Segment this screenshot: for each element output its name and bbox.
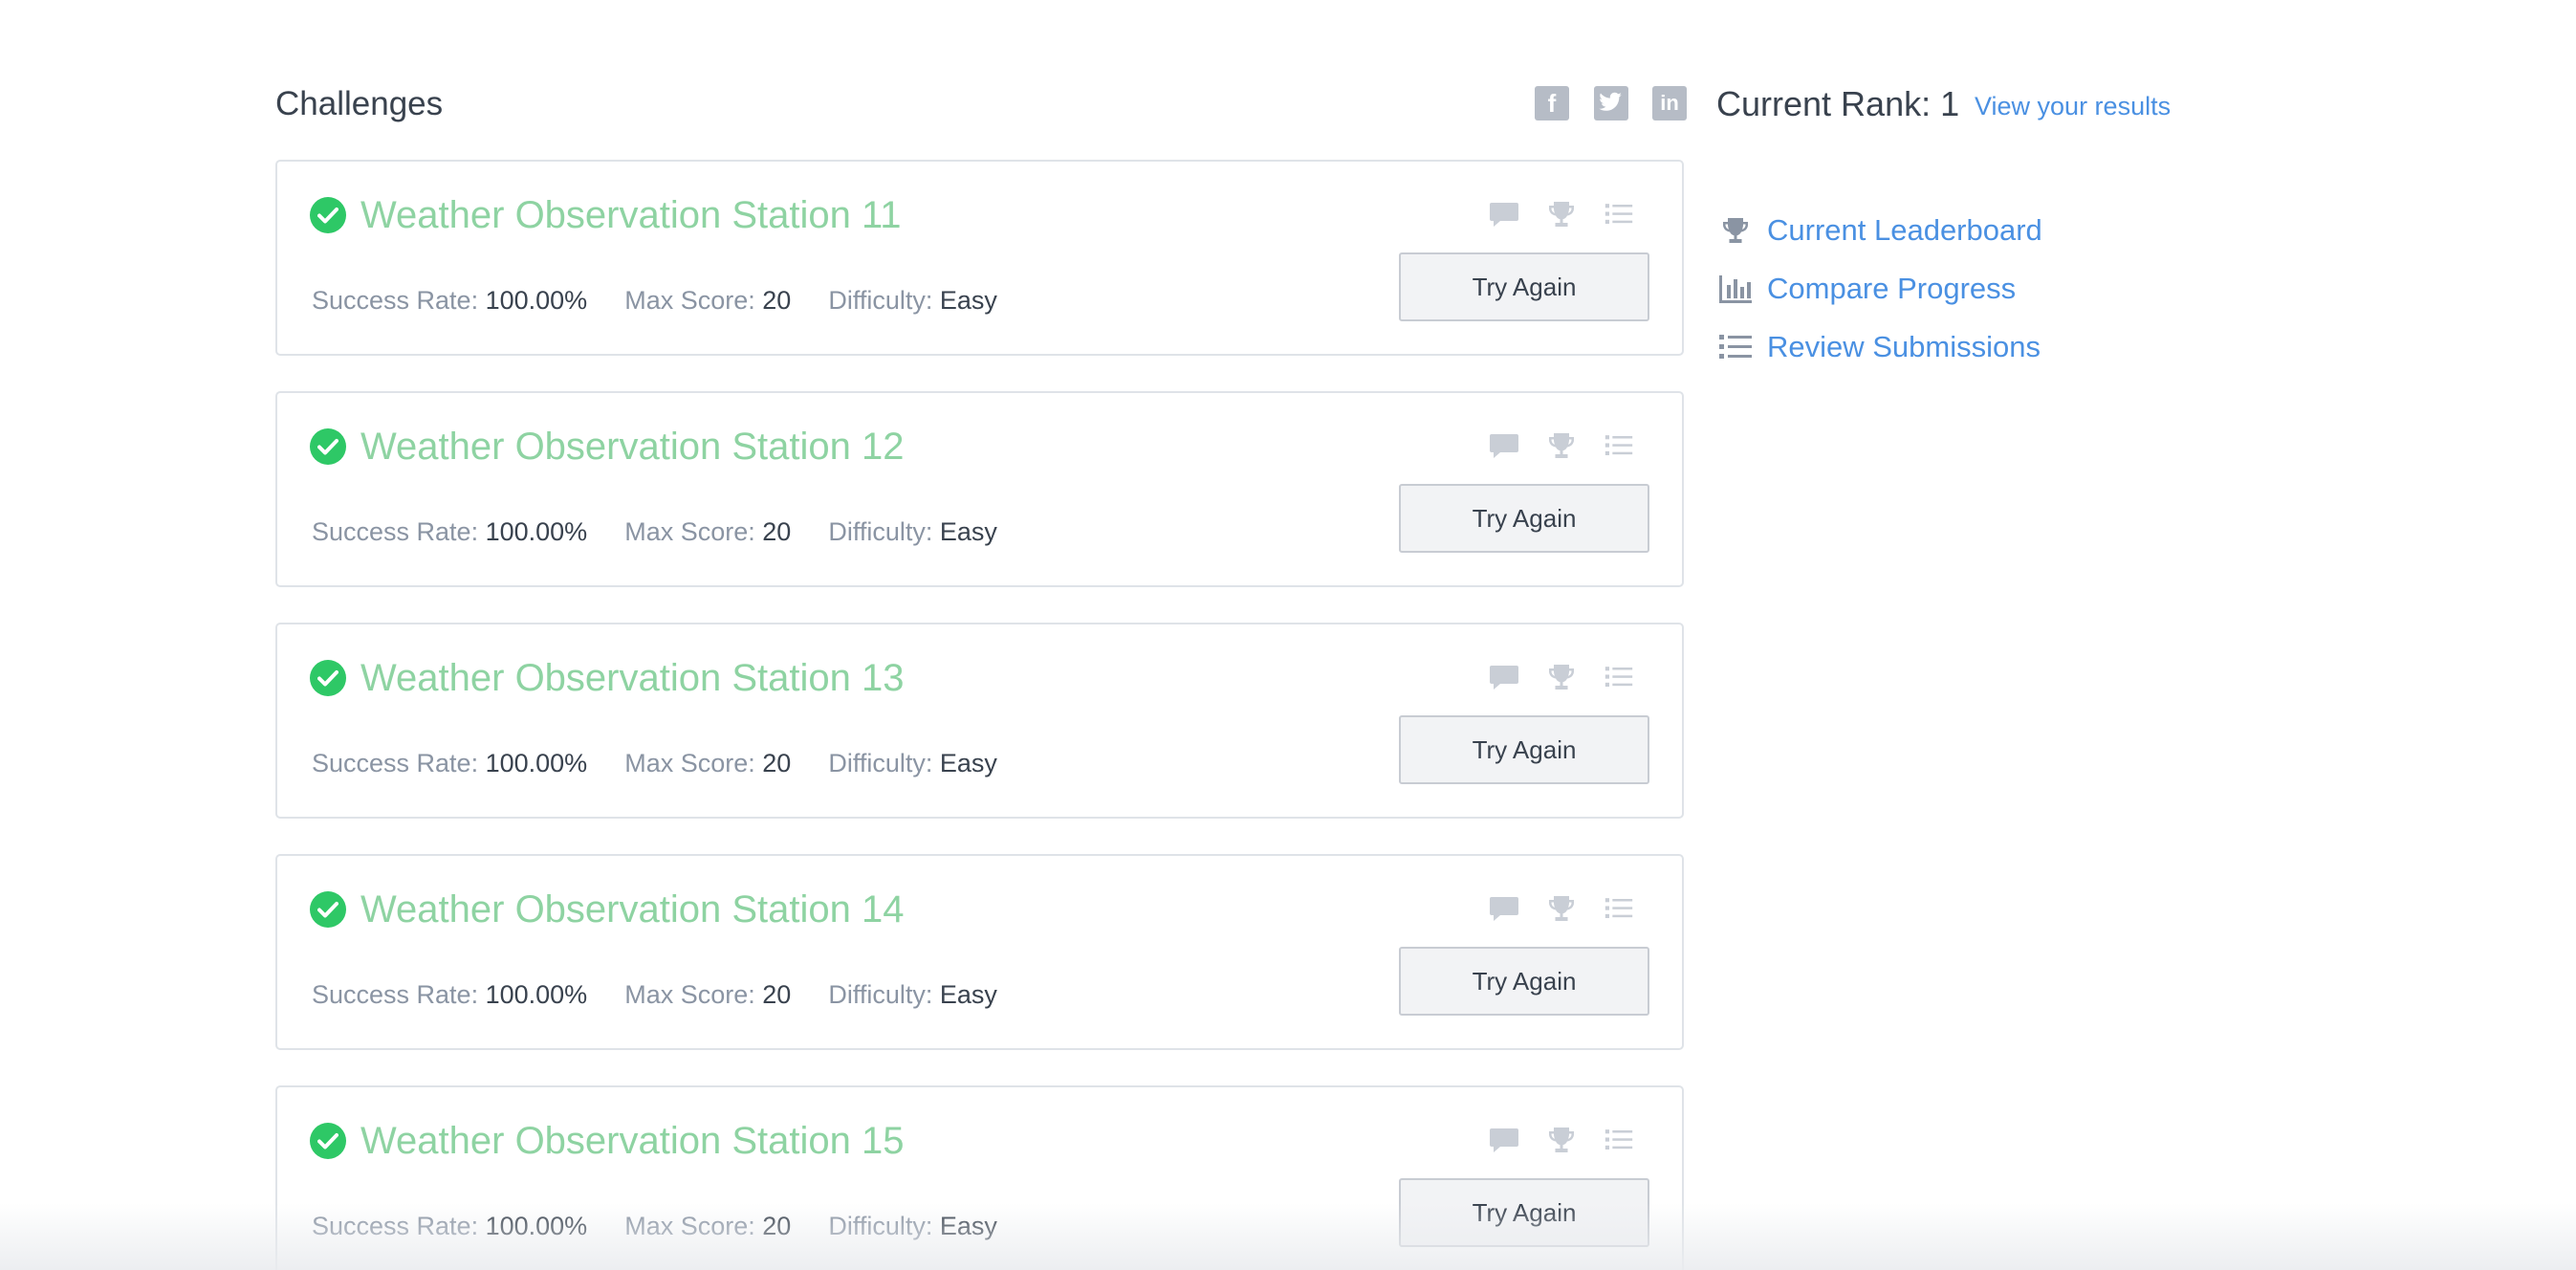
submissions-icon[interactable]: [1602, 892, 1636, 925]
difficulty-label: Difficulty:: [828, 286, 933, 315]
max-score-value: 20: [762, 980, 792, 1009]
leaderboard-icon[interactable]: [1544, 1124, 1579, 1156]
challenge-title-link[interactable]: Weather Observation Station 12: [360, 422, 904, 471]
submissions-icon[interactable]: [1602, 198, 1636, 230]
max-score-label: Max Score:: [624, 980, 755, 1009]
challenge-actions: [1487, 892, 1636, 925]
max-score-label: Max Score:: [624, 517, 755, 546]
difficulty-label: Difficulty:: [828, 749, 933, 777]
challenge-card: Weather Observation Station 13 Success R…: [275, 623, 1684, 819]
page-title: Challenges: [275, 85, 444, 122]
sidebar-item-label: Compare Progress: [1767, 271, 2017, 305]
challenge-card: Weather Observation Station 14 Success R…: [275, 854, 1684, 1050]
success-rate-label: Success Rate:: [312, 286, 479, 315]
difficulty-value: Easy: [939, 980, 997, 1009]
challenges-page: Challenges f in Current Rank: 1 View you…: [0, 0, 2576, 1270]
discussion-icon[interactable]: [1487, 661, 1521, 693]
max-score-label: Max Score:: [624, 286, 755, 315]
success-rate-value: 100.00%: [485, 980, 588, 1009]
rank-value: 1: [1940, 84, 1960, 123]
sidebar-item-leaderboard[interactable]: Current Leaderboard: [1717, 201, 2291, 259]
challenge-list: Weather Observation Station 11 Success R…: [275, 160, 1684, 1270]
trophy-icon: [1717, 214, 1754, 247]
try-again-button[interactable]: Try Again: [1399, 947, 1649, 1016]
difficulty-label: Difficulty:: [828, 517, 933, 546]
twitter-icon: [1594, 91, 1628, 114]
challenge-meta: Success Rate: 100.00% Max Score: 20 Diff…: [312, 515, 997, 549]
success-rate-label: Success Rate:: [312, 980, 479, 1009]
difficulty-value: Easy: [939, 749, 997, 777]
success-rate-label: Success Rate:: [312, 749, 479, 777]
submissions-icon[interactable]: [1602, 661, 1636, 693]
challenge-meta: Success Rate: 100.00% Max Score: 20 Diff…: [312, 746, 997, 780]
leaderboard-icon[interactable]: [1544, 892, 1579, 925]
facebook-share-button[interactable]: f: [1535, 86, 1569, 120]
difficulty-value: Easy: [939, 286, 997, 315]
success-rate-value: 100.00%: [485, 749, 588, 777]
submissions-icon[interactable]: [1602, 429, 1636, 462]
max-score-value: 20: [762, 749, 792, 777]
difficulty-value: Easy: [939, 517, 997, 546]
solved-check-icon: [310, 660, 346, 696]
discussion-icon[interactable]: [1487, 892, 1521, 925]
max-score-label: Max Score:: [624, 1212, 755, 1240]
success-rate-value: 100.00%: [485, 517, 588, 546]
leaderboard-icon[interactable]: [1544, 661, 1579, 693]
challenge-title-link[interactable]: Weather Observation Station 15: [360, 1116, 904, 1166]
solved-check-icon: [310, 428, 346, 465]
rank-label: Current Rank:: [1716, 84, 1932, 123]
difficulty-label: Difficulty:: [828, 980, 933, 1009]
challenge-card: Weather Observation Station 15 Success R…: [275, 1085, 1684, 1270]
challenge-meta: Success Rate: 100.00% Max Score: 20 Diff…: [312, 283, 997, 318]
discussion-icon[interactable]: [1487, 429, 1521, 462]
challenge-card: Weather Observation Station 11 Success R…: [275, 160, 1684, 356]
challenge-title-link[interactable]: Weather Observation Station 11: [360, 190, 902, 240]
list-icon: [1717, 331, 1754, 363]
success-rate-label: Success Rate:: [312, 517, 479, 546]
sidebar-item-label: Review Submissions: [1767, 329, 2041, 363]
submissions-icon[interactable]: [1602, 1124, 1636, 1156]
try-again-button[interactable]: Try Again: [1399, 252, 1649, 321]
sidebar-item-review-submissions[interactable]: Review Submissions: [1717, 318, 2291, 376]
success-rate-value: 100.00%: [485, 1212, 588, 1240]
linkedin-icon: in: [1660, 91, 1679, 115]
challenge-title-link[interactable]: Weather Observation Station 14: [360, 885, 904, 934]
try-again-button[interactable]: Try Again: [1399, 715, 1649, 784]
current-rank: Current Rank: 1: [1716, 80, 1959, 128]
solved-check-icon: [310, 891, 346, 928]
challenge-actions: [1487, 198, 1636, 230]
solved-check-icon: [310, 197, 346, 233]
difficulty-value: Easy: [939, 1212, 997, 1240]
max-score-label: Max Score:: [624, 749, 755, 777]
facebook-icon: f: [1547, 89, 1557, 118]
challenge-title-link[interactable]: Weather Observation Station 13: [360, 653, 904, 703]
max-score-value: 20: [762, 286, 792, 315]
try-again-button[interactable]: Try Again: [1399, 484, 1649, 553]
challenge-actions: [1487, 1124, 1636, 1156]
discussion-icon[interactable]: [1487, 198, 1521, 230]
success-rate-label: Success Rate:: [312, 1212, 479, 1240]
challenge-actions: [1487, 429, 1636, 462]
challenge-card: Weather Observation Station 12 Success R…: [275, 391, 1684, 587]
solved-check-icon: [310, 1123, 346, 1159]
sidebar-links: Current Leaderboard Compare Progress Rev…: [1717, 201, 2291, 376]
try-again-button[interactable]: Try Again: [1399, 1178, 1649, 1247]
discussion-icon[interactable]: [1487, 1124, 1521, 1156]
sidebar-item-label: Current Leaderboard: [1767, 212, 2042, 247]
sidebar-item-compare-progress[interactable]: Compare Progress: [1717, 259, 2291, 318]
twitter-share-button[interactable]: [1594, 86, 1628, 120]
difficulty-label: Difficulty:: [828, 1212, 933, 1240]
challenge-actions: [1487, 661, 1636, 693]
challenge-meta: Success Rate: 100.00% Max Score: 20 Diff…: [312, 977, 997, 1012]
max-score-value: 20: [762, 1212, 792, 1240]
leaderboard-icon[interactable]: [1544, 429, 1579, 462]
leaderboard-icon[interactable]: [1544, 198, 1579, 230]
linkedin-share-button[interactable]: in: [1652, 86, 1687, 120]
success-rate-value: 100.00%: [485, 286, 588, 315]
view-results-link[interactable]: View your results: [1975, 88, 2171, 124]
bar-chart-icon: [1717, 273, 1754, 305]
max-score-value: 20: [762, 517, 792, 546]
challenge-meta: Success Rate: 100.00% Max Score: 20 Diff…: [312, 1209, 997, 1243]
